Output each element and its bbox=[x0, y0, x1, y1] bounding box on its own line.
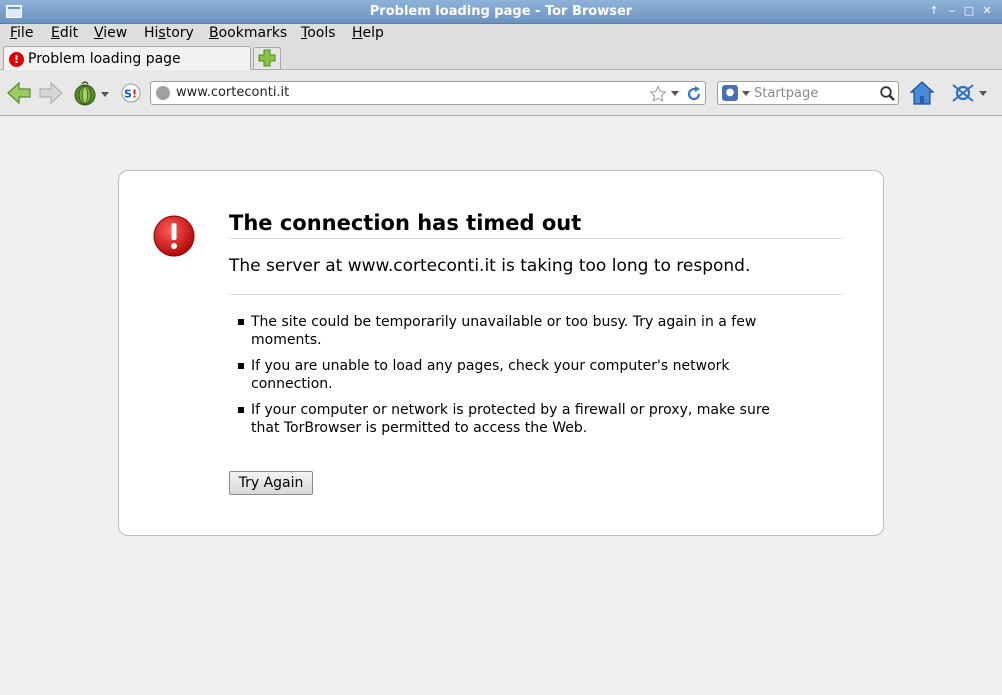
navigation-toolbar: S ! www.corteconti.it ● bbox=[0, 70, 1002, 116]
search-magnifier-icon[interactable] bbox=[879, 85, 896, 102]
network-settings-icon bbox=[952, 84, 987, 102]
list-item: If your computer or network is protected… bbox=[229, 401, 789, 437]
error-page-container: The connection has timed out The server … bbox=[118, 170, 884, 536]
bookmark-star-icon[interactable] bbox=[649, 85, 667, 103]
noscript-icon: S ! bbox=[121, 83, 141, 103]
back-arrow-icon bbox=[7, 81, 31, 105]
forward-arrow-icon bbox=[39, 81, 63, 105]
window-minimize-icon[interactable]: ‒ bbox=[945, 4, 959, 18]
https-everywhere-button[interactable] bbox=[950, 81, 990, 109]
menu-help[interactable]: Help bbox=[352, 25, 384, 41]
window-maximize-icon[interactable]: □ bbox=[962, 4, 976, 18]
home-icon bbox=[909, 81, 935, 105]
plus-icon bbox=[258, 49, 276, 67]
new-tab-button[interactable] bbox=[253, 47, 281, 70]
error-alert-icon bbox=[153, 215, 195, 257]
menu-edit[interactable]: Edit bbox=[51, 25, 78, 41]
forward-button[interactable] bbox=[38, 81, 64, 109]
error-suggestions-list: The site could be temporarily unavailabl… bbox=[229, 313, 789, 445]
menu-history[interactable]: History bbox=[144, 25, 194, 41]
menu-bookmarks[interactable]: Bookmarks bbox=[209, 25, 287, 41]
search-engine-icon[interactable]: ● bbox=[722, 85, 738, 101]
window-title: Problem loading page - Tor Browser bbox=[369, 4, 633, 19]
list-item: If you are unable to load any pages, che… bbox=[229, 357, 789, 393]
site-identity-globe-icon[interactable] bbox=[156, 86, 170, 100]
torbutton[interactable] bbox=[72, 79, 114, 111]
url-history-dropdown-icon[interactable] bbox=[670, 90, 680, 98]
search-engine-dropdown-icon[interactable] bbox=[741, 90, 751, 98]
page-content: The connection has timed out The server … bbox=[0, 117, 1002, 692]
window-shade-icon[interactable]: ↑ bbox=[927, 4, 941, 18]
search-bar[interactable]: ● bbox=[717, 81, 899, 105]
menu-view[interactable]: View bbox=[94, 25, 127, 41]
error-title: The connection has timed out bbox=[229, 211, 843, 239]
svg-text:S: S bbox=[124, 88, 132, 101]
tab-strip: ! Problem loading page bbox=[0, 44, 1002, 71]
error-short-description: The server at www.corteconti.it is takin… bbox=[229, 256, 843, 295]
url-bar[interactable]: www.corteconti.it bbox=[150, 81, 706, 105]
window-close-icon[interactable]: ✕ bbox=[980, 4, 994, 18]
menu-tools[interactable]: Tools bbox=[301, 25, 336, 41]
error-icon: ! bbox=[9, 52, 24, 67]
menubar: File Edit View History Bookmarks Tools H… bbox=[0, 24, 1002, 44]
svg-text:!: ! bbox=[132, 88, 137, 101]
noscript-button[interactable]: S ! bbox=[121, 83, 141, 107]
reload-icon[interactable] bbox=[685, 85, 703, 103]
back-button[interactable] bbox=[6, 81, 32, 109]
try-again-button[interactable]: Try Again bbox=[229, 471, 313, 495]
window-titlebar: Problem loading page - Tor Browser ↑ ‒ □… bbox=[0, 0, 1002, 24]
list-item: The site could be temporarily unavailabl… bbox=[229, 313, 789, 349]
tor-onion-icon bbox=[74, 81, 109, 106]
tab-active[interactable]: ! Problem loading page bbox=[3, 46, 251, 71]
search-input[interactable] bbox=[754, 84, 874, 102]
menu-file[interactable]: File bbox=[10, 25, 33, 41]
url-text[interactable]: www.corteconti.it bbox=[176, 85, 289, 100]
home-button[interactable] bbox=[909, 80, 935, 110]
tab-label: Problem loading page bbox=[28, 51, 181, 67]
